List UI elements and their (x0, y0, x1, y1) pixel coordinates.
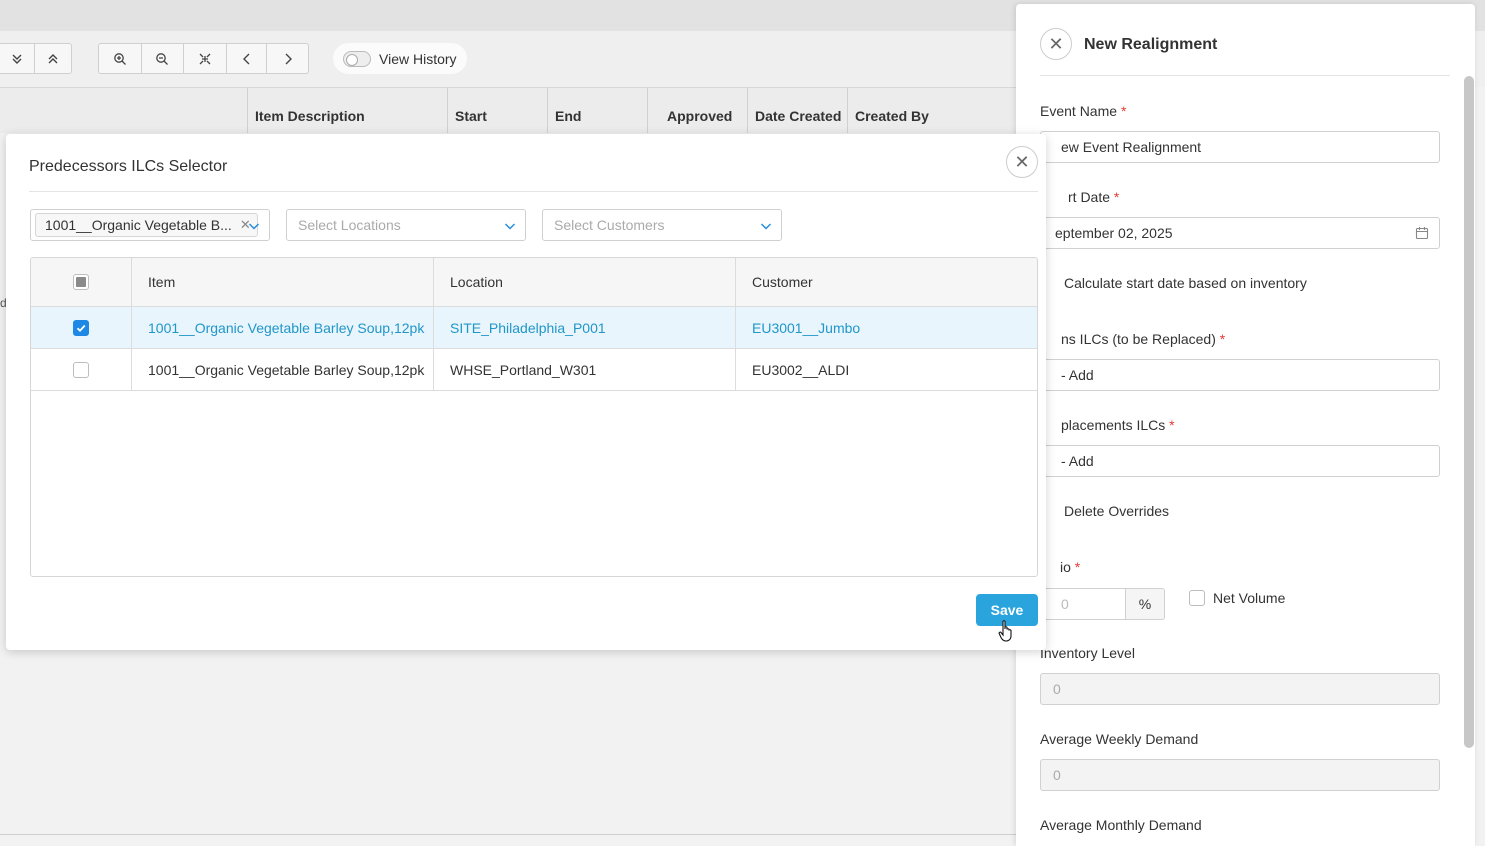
chevron-down-icon (504, 219, 516, 231)
item-filter-chip: 1001__Organic Vegetable B... ✕ (35, 213, 258, 237)
net-volume-checkbox[interactable] (1189, 590, 1205, 606)
predecessors-label: ns ILCs (to be Replaced) * (1061, 331, 1226, 347)
hand-cursor-icon (998, 620, 1012, 642)
collapse-all-button[interactable] (0, 44, 36, 73)
zoom-nav-group (98, 43, 309, 74)
new-realignment-panel: ✕ New Realignment Event Name * ew Event … (1016, 4, 1475, 846)
inventory-level-label: Inventory Level (1040, 645, 1135, 661)
grid-header: Item Location Customer (31, 258, 1037, 307)
customers-placeholder: Select Customers (554, 217, 665, 233)
previous-button[interactable] (227, 44, 268, 73)
header-customer[interactable]: Customer (735, 258, 1037, 306)
zoom-in-icon (113, 52, 126, 65)
ilc-grid: Item Location Customer 1001__Organic Veg… (30, 257, 1038, 577)
column-approved[interactable]: Approved (647, 87, 747, 133)
column-end[interactable]: End (547, 87, 647, 133)
start-date-field[interactable]: eptember 02, 2025 (1040, 217, 1440, 249)
expand-collapse-group (0, 43, 72, 74)
zoom-out-button[interactable] (142, 44, 185, 73)
panel-close-button[interactable]: ✕ (1040, 28, 1072, 60)
modal-title: Predecessors ILCs Selector (29, 158, 228, 175)
chevron-down-icon (760, 219, 772, 231)
chevron-right-icon (285, 53, 292, 64)
header-item[interactable]: Item (131, 258, 433, 306)
cell-location: WHSE_Portland_W301 (433, 349, 735, 390)
modal-close-button[interactable]: ✕ (1006, 146, 1038, 178)
cell-location: SITE_Philadelphia_P001 (433, 307, 735, 348)
percent-addon: % (1126, 588, 1165, 620)
check-icon (76, 324, 86, 332)
chevron-down-icon (248, 219, 260, 231)
customers-filter-select[interactable]: Select Customers (542, 209, 782, 241)
cell-customer: EU3002__ALDI (735, 349, 1037, 390)
view-history-toggle[interactable]: View History (333, 43, 467, 74)
locations-filter-select[interactable]: Select Locations (286, 209, 526, 241)
double-chevron-down-icon (12, 54, 21, 64)
select-all-checkbox[interactable] (73, 274, 89, 290)
cell-customer: EU3001__Jumbo (735, 307, 1037, 348)
row-select-cell (31, 307, 131, 348)
avg-weekly-demand-label: Average Weekly Demand (1040, 731, 1199, 747)
scrollbar[interactable] (1464, 76, 1474, 748)
panel-title: New Realignment (1084, 36, 1218, 53)
ratio-input[interactable]: 0 (1040, 588, 1126, 620)
column-date-created[interactable]: Date Created (747, 87, 847, 133)
predecessors-selector-modal: Predecessors ILCs Selector ✕ 1001__Organ… (6, 134, 1046, 650)
divider (29, 191, 1038, 192)
chevron-left-icon (242, 53, 250, 64)
close-icon: ✕ (1048, 33, 1064, 54)
calendar-icon (1415, 227, 1429, 240)
avg-weekly-demand-field: 0 (1040, 759, 1440, 791)
view-history-label: View History (379, 50, 457, 67)
avg-monthly-demand-label: Average Monthly Demand (1040, 817, 1202, 833)
select-all-cell (31, 258, 131, 306)
chip-label: 1001__Organic Vegetable B... (45, 217, 232, 233)
start-date-label: rt Date * (1068, 189, 1120, 205)
divider (1040, 75, 1450, 76)
cell-item: 1001__Organic Vegetable Barley Soup,12pk (131, 307, 433, 348)
fit-view-button[interactable] (184, 44, 227, 73)
locations-placeholder: Select Locations (298, 217, 401, 233)
delete-overrides-label[interactable]: Delete Overrides (1064, 503, 1169, 519)
event-name-label: Event Name * (1040, 103, 1127, 119)
predecessors-add-field[interactable]: - Add (1040, 359, 1440, 391)
event-name-field[interactable]: ew Event Realignment (1040, 131, 1440, 163)
cell-item: 1001__Organic Vegetable Barley Soup,12pk (131, 349, 433, 390)
item-filter-select[interactable]: 1001__Organic Vegetable B... ✕ (30, 209, 270, 241)
ratio-label: io * (1060, 559, 1081, 575)
expand-all-button[interactable] (35, 44, 71, 73)
fit-view-icon (199, 53, 211, 64)
inventory-level-field: 0 (1040, 673, 1440, 705)
zoom-out-icon (156, 52, 169, 65)
row-select-cell (31, 349, 131, 390)
double-chevron-up-icon (48, 53, 58, 63)
next-button[interactable] (267, 44, 308, 73)
table-row[interactable]: 1001__Organic Vegetable Barley Soup,12pk… (31, 307, 1037, 349)
row-checkbox[interactable] (73, 319, 89, 336)
header-location[interactable]: Location (433, 258, 735, 306)
replacements-label: placements ILCs * (1061, 417, 1175, 433)
zoom-in-button[interactable] (99, 44, 142, 73)
row-checkbox[interactable] (73, 361, 89, 378)
column-start[interactable]: Start (447, 87, 547, 133)
replacements-add-field[interactable]: - Add (1040, 445, 1440, 477)
calc-start-date-label[interactable]: Calculate start date based on inventory (1064, 275, 1307, 291)
column-created-by[interactable]: Created By (847, 87, 1017, 133)
close-icon: ✕ (1014, 151, 1030, 172)
table-row[interactable]: 1001__Organic Vegetable Barley Soup,12pk… (31, 349, 1037, 391)
toggle-switch[interactable] (343, 50, 371, 67)
divider (0, 834, 1020, 835)
net-volume-label[interactable]: Net Volume (1213, 590, 1285, 606)
column-item-description[interactable]: Item Description (247, 87, 447, 133)
